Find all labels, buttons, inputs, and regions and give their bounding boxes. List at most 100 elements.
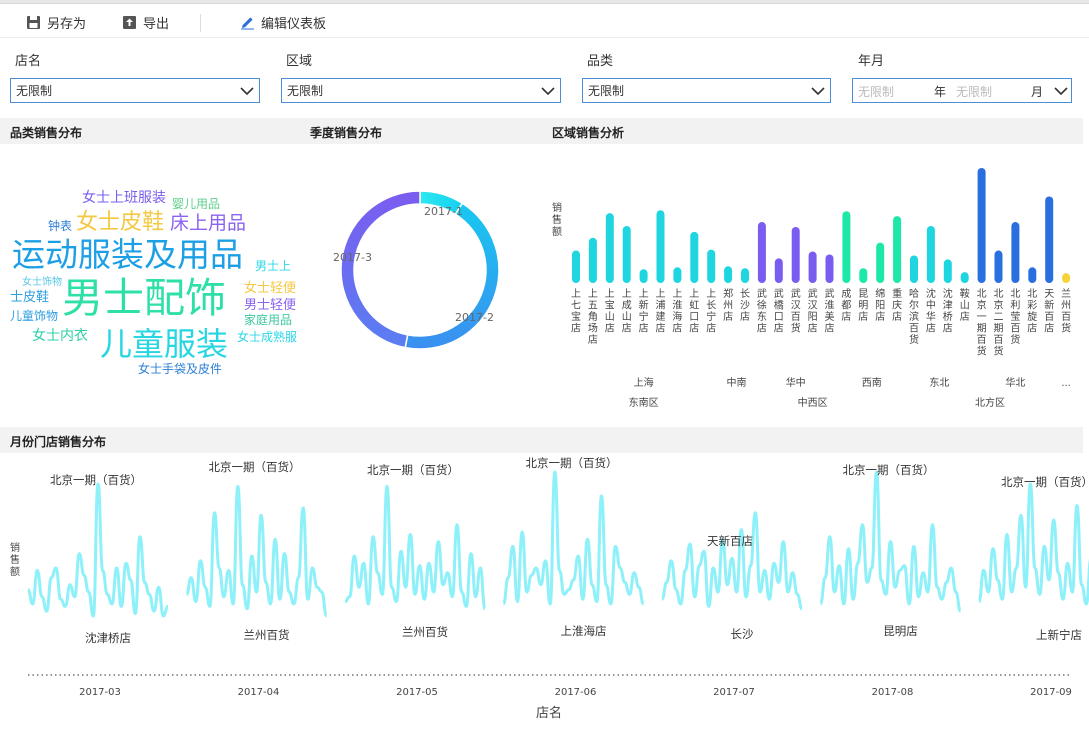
bar-武汉百货[interactable] <box>791 226 800 283</box>
bar-x-tick-label: 店 <box>875 310 885 323</box>
bar-哈尔滨百货[interactable] <box>910 255 918 283</box>
word-cloud-term[interactable]: 儿童饰物 <box>10 310 58 322</box>
bar-北彩旋店[interactable] <box>1028 267 1037 283</box>
bar-武淮美店[interactable] <box>825 254 834 283</box>
export-button[interactable]: 导出 <box>122 13 169 32</box>
bar-天新百店[interactable] <box>1045 196 1054 283</box>
bar-上七宝店[interactable] <box>572 250 580 283</box>
word-cloud-term[interactable]: 女士上班服装 <box>82 191 166 205</box>
line-y-axis-label-char: 售 <box>10 553 20 566</box>
word-cloud-term[interactable]: 女士成熟服 <box>237 331 297 343</box>
bar-x-tick-label: 口 <box>774 312 784 323</box>
bar-x-tick-label: 利 <box>1010 300 1020 312</box>
bar-x-tick-label: 武 <box>774 287 784 300</box>
category-filter-label: 品类 <box>587 54 614 69</box>
store-filter-select[interactable]: 无限制 <box>10 78 260 103</box>
bar-重庆店[interactable] <box>893 216 902 283</box>
word-cloud-term[interactable]: 儿童服装 <box>100 328 228 360</box>
save-as-button[interactable]: 另存为 <box>26 13 86 32</box>
bar-parent-group-label: 东南区 <box>629 396 659 409</box>
bar-绵阳店[interactable] <box>876 242 885 283</box>
bar-北利莹百货[interactable] <box>1011 222 1020 283</box>
bar-x-tick-label: 山 <box>605 311 615 323</box>
bar-上浦建店[interactable] <box>656 210 665 283</box>
donut-slice-2017-3[interactable] <box>340 190 421 349</box>
bar-上新宁店[interactable] <box>639 269 648 283</box>
word-cloud-term[interactable]: 家庭用品 <box>244 314 292 326</box>
bar-x-tick-label: 百 <box>994 334 1004 346</box>
word-cloud-term[interactable]: 婴儿用品 <box>172 198 220 210</box>
bar-上宝山店[interactable] <box>605 213 614 283</box>
chevron-down-icon[interactable] <box>1053 84 1069 98</box>
bar-x-tick-label: 北 <box>1027 288 1037 300</box>
word-cloud-term[interactable]: 女士饰物 <box>22 278 62 288</box>
region-filter-select[interactable]: 无限制 <box>281 78 561 103</box>
bar-x-tick-label: 上 <box>672 288 682 300</box>
line-series-2017-06[interactable] <box>502 470 645 606</box>
bar-上长宁店[interactable] <box>707 249 716 283</box>
bar-x-tick-label: 货 <box>791 322 801 335</box>
bar-上淮海店[interactable] <box>673 267 682 283</box>
line-month-tick: 2017-05 <box>396 687 438 698</box>
bar-x-tick-label: 店 <box>571 322 581 335</box>
bar-x-tick-label: 虹 <box>689 300 699 312</box>
word-cloud-term[interactable]: 钟表 <box>48 220 72 232</box>
edit-dashboard-button[interactable]: 编辑仪表板 <box>240 13 326 32</box>
bar-x-tick-label: 口 <box>689 312 699 323</box>
bar-x-tick-label: 橋 <box>774 299 784 312</box>
bar-北京一期(百货)[interactable] <box>977 167 986 283</box>
bar-沈津桥店[interactable] <box>943 259 952 283</box>
bar-武徐东店[interactable] <box>757 222 766 283</box>
bar-x-tick-label: 二 <box>994 312 1004 323</box>
month-input[interactable]: 无限制 <box>956 83 992 100</box>
word-cloud-term[interactable]: 女士轻便 <box>244 282 296 295</box>
bar-鞍山店[interactable] <box>960 272 969 283</box>
word-cloud-term[interactable]: 运动服装及用品 <box>12 238 243 271</box>
export-icon <box>123 16 136 29</box>
word-cloud-term[interactable]: 士皮鞋 <box>10 291 49 304</box>
bar-上虹口店[interactable] <box>690 231 699 283</box>
line-series-2017-04[interactable] <box>185 484 328 618</box>
bar-成都店[interactable] <box>842 211 851 283</box>
line-series-2017-08[interactable] <box>819 470 962 613</box>
bar-x-tick-label: 武 <box>791 287 801 300</box>
word-cloud-term[interactable]: 男士配饰 <box>62 278 226 319</box>
word-cloud-term[interactable]: 男士上 <box>255 260 291 272</box>
donut-slice-2017-2[interactable] <box>404 202 500 350</box>
bar-武汉阳店[interactable] <box>808 251 817 283</box>
bar-x-tick-label: 浦 <box>656 299 666 312</box>
bar-x-tick-label: 汉 <box>808 300 818 312</box>
bar-x-tick-label: 店 <box>858 310 868 323</box>
line-series-2017-09[interactable] <box>977 482 1089 606</box>
word-cloud-term[interactable]: 床上用品 <box>170 214 246 233</box>
bar-x-tick-label: 店 <box>639 322 649 335</box>
word-cloud-term[interactable]: 女士内衣 <box>32 329 88 343</box>
category-filter-select[interactable]: 无限制 <box>582 78 831 103</box>
year-input[interactable]: 无限制 <box>858 83 894 100</box>
bar-郑州店[interactable] <box>724 266 733 283</box>
bar-x-tick-label: 沈 <box>943 287 953 300</box>
bar-x-tick-label: 美 <box>825 310 835 323</box>
bar-武橋口店[interactable] <box>774 258 783 283</box>
bar-兰州百货[interactable] <box>1062 273 1071 283</box>
bar-x-tick-label: 京 <box>994 299 1004 312</box>
bar-沈中华店[interactable] <box>926 225 935 283</box>
bar-x-tick-label: 淮 <box>825 300 835 312</box>
bar-x-tick-label: 一 <box>977 312 987 323</box>
bar-x-tick-label: 店 <box>622 322 632 335</box>
line-series-2017-07[interactable] <box>660 511 804 611</box>
word-cloud-term[interactable]: 女士手袋及皮件 <box>138 363 222 375</box>
bar-上五角场店[interactable] <box>588 237 597 283</box>
bar-北京二期(百货)[interactable] <box>994 250 1003 283</box>
line-series-2017-05[interactable] <box>344 484 487 611</box>
word-cloud-term[interactable]: 男士轻便 <box>244 299 296 312</box>
word-cloud-term[interactable]: 女士皮鞋 <box>76 212 164 234</box>
bar-x-tick-label: 货 <box>909 333 919 346</box>
line-series-2017-03[interactable] <box>26 482 169 618</box>
export-label: 导出 <box>143 17 170 32</box>
bar-昆明店[interactable] <box>859 268 868 283</box>
bar-上成山店[interactable] <box>622 225 631 283</box>
bar-长沙店[interactable] <box>741 268 749 283</box>
bar-parent-group-label: 中西区 <box>798 396 828 409</box>
bar-y-axis-label: 销售额 <box>552 201 562 238</box>
